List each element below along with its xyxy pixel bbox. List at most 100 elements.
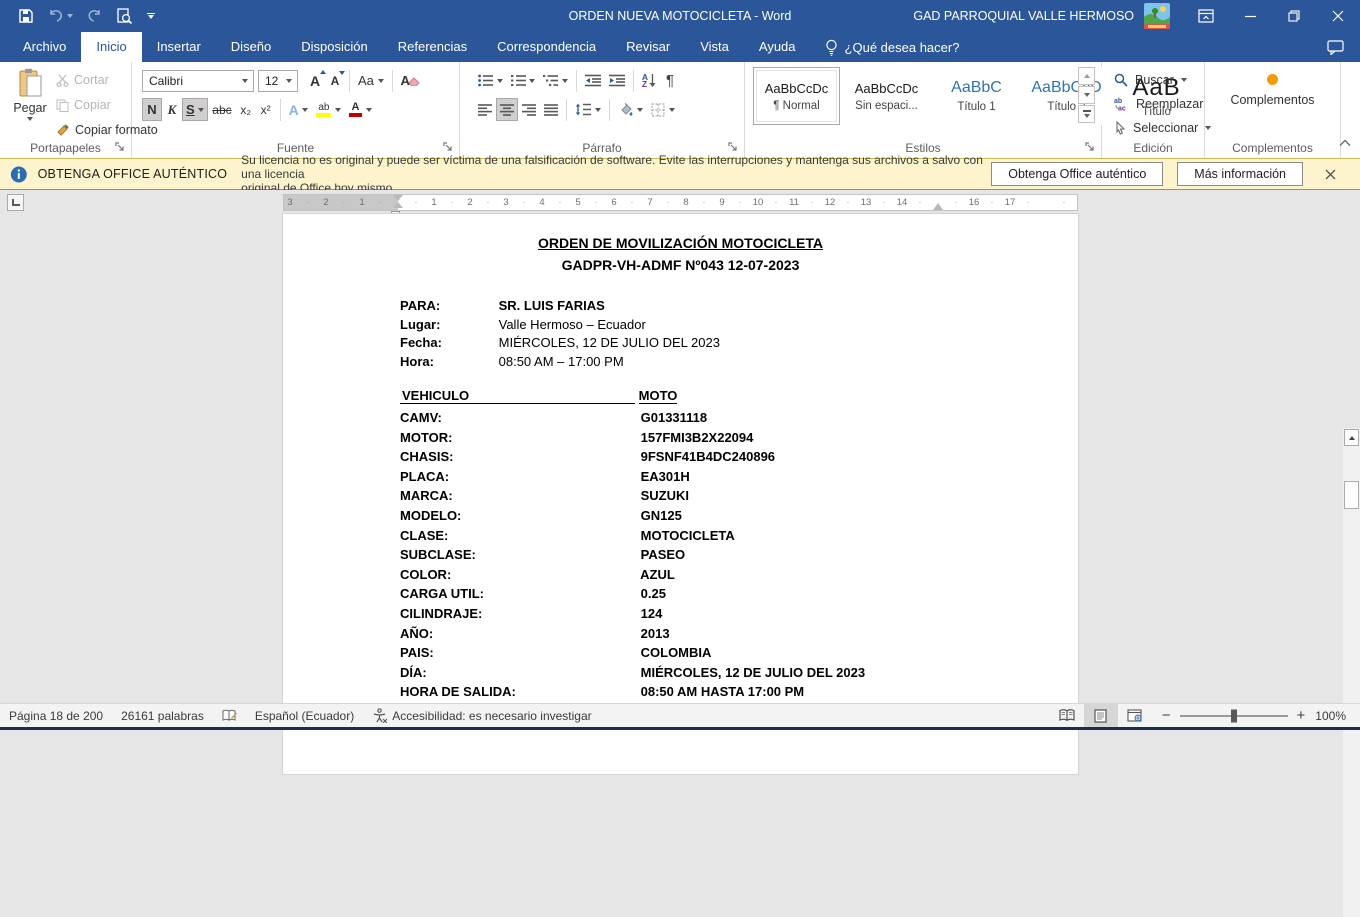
cursor-icon [1114, 121, 1126, 135]
undo-dropdown-icon[interactable] [67, 14, 73, 18]
ribbon-tab[interactable]: Referencias [383, 32, 482, 62]
numbering-button[interactable] [507, 69, 540, 92]
align-center-button[interactable] [496, 98, 518, 121]
redo-icon[interactable] [87, 9, 102, 23]
grow-font-button[interactable]: A [305, 69, 325, 92]
customize-qat-icon[interactable] [147, 13, 155, 20]
minimize-button[interactable] [1228, 0, 1272, 32]
strikethrough-button[interactable]: abc [208, 98, 235, 121]
clipboard-dialog-launcher-icon[interactable] [115, 142, 127, 154]
show-marks-button[interactable]: ¶ [660, 69, 680, 92]
font-size-combo[interactable]: 12 [258, 70, 298, 92]
style-card[interactable]: AaBbCcD Título 2 [1023, 67, 1110, 125]
account-name[interactable]: GAD PARROQUIAL VALLE HERMOSO [913, 9, 1134, 23]
close-button[interactable] [1316, 0, 1360, 32]
save-icon[interactable] [18, 8, 34, 24]
superscript-button[interactable]: x² [256, 98, 276, 121]
shrink-font-button[interactable]: A [325, 69, 345, 92]
proofing-status[interactable] [213, 704, 246, 727]
align-left-button[interactable] [474, 98, 496, 121]
get-genuine-office-button[interactable]: Obtenga Office auténtico [991, 162, 1163, 186]
zoom-in-icon[interactable]: + [1297, 711, 1306, 721]
scroll-up-icon[interactable] [1344, 429, 1359, 446]
ribbon-tab[interactable]: Correspondencia [482, 32, 611, 62]
paste-dropdown-icon[interactable] [27, 117, 33, 121]
paste-button[interactable]: Pegar [9, 68, 51, 140]
zoom-out-icon[interactable]: − [1162, 711, 1171, 721]
subscript-button[interactable]: x₂ [236, 98, 256, 121]
language-indicator[interactable]: Español (Ecuador) [246, 704, 363, 727]
indent-markers[interactable] [393, 195, 403, 208]
tell-me-box[interactable]: ¿Qué desea hacer? [811, 32, 960, 62]
ribbon-display-options-icon[interactable] [1184, 0, 1228, 32]
styles-dialog-launcher-icon[interactable] [1085, 142, 1097, 154]
justify-button[interactable] [540, 98, 562, 121]
print-preview-icon[interactable] [116, 8, 133, 25]
collapse-ribbon-icon[interactable] [1336, 136, 1354, 150]
ribbon-tab[interactable]: Insertar [142, 32, 216, 62]
italic-button[interactable]: K [162, 98, 182, 121]
more-info-button[interactable]: Más información [1177, 162, 1303, 186]
scrollbar-thumb[interactable] [1344, 481, 1359, 509]
document-page[interactable]: ORDEN DE MOVILIZACIÓN MOTOCICLETA GADPR-… [283, 214, 1078, 774]
sort-button[interactable]: A Z [638, 69, 660, 92]
borders-button[interactable] [647, 98, 679, 121]
chevron-down-icon [198, 108, 204, 112]
find-button[interactable]: Buscar [1114, 70, 1211, 90]
read-mode-button[interactable] [1050, 704, 1084, 727]
zoom-level[interactable]: 100% [1315, 709, 1360, 723]
print-layout-button[interactable] [1084, 704, 1118, 727]
zoom-slider[interactable] [1180, 715, 1288, 717]
undo-icon[interactable] [48, 9, 73, 23]
font-name-combo[interactable]: Calibri [142, 70, 254, 92]
clear-formatting-button[interactable]: A [397, 69, 424, 92]
highlight-color-button[interactable]: ab [312, 98, 345, 121]
web-layout-button[interactable] [1118, 704, 1152, 727]
ruler-mark: 7 [647, 196, 652, 210]
right-indent-marker[interactable] [933, 203, 943, 210]
increase-indent-button[interactable] [605, 69, 629, 92]
addins-button[interactable]: Complementos [1205, 74, 1340, 107]
ribbon-tab[interactable]: Inicio [81, 32, 141, 62]
accessibility-status[interactable]: Accesibilidad: es necesario investigar [363, 704, 600, 727]
ribbon-tab[interactable]: Revisar [611, 32, 685, 62]
tab-stop-selector[interactable] [7, 194, 24, 211]
multilevel-list-button[interactable] [539, 69, 572, 92]
comments-icon[interactable] [1327, 40, 1344, 55]
replace-button[interactable]: abac Reemplazar [1114, 94, 1211, 114]
account-avatar[interactable] [1144, 3, 1170, 29]
styles-scroll-down-icon[interactable] [1078, 86, 1095, 104]
styles-scroll-up-icon[interactable] [1078, 67, 1095, 85]
style-card[interactable]: AaBbCcDc ¶ Normal [753, 67, 840, 125]
restore-button[interactable] [1272, 0, 1316, 32]
zoom-slider-handle[interactable] [1231, 709, 1237, 722]
ruler-mark: · [307, 195, 310, 210]
style-card[interactable]: AaBbC Título 1 [933, 67, 1020, 125]
bold-button[interactable]: N [142, 98, 162, 121]
close-warning-icon[interactable] [1317, 169, 1344, 180]
decrease-indent-button[interactable] [581, 69, 605, 92]
underline-button[interactable]: S [182, 98, 208, 121]
ribbon-tab[interactable]: Archivo [8, 32, 81, 62]
ribbon-tab[interactable]: Ayuda [744, 32, 811, 62]
vertical-scrollbar[interactable] [1343, 428, 1360, 917]
select-button[interactable]: Seleccionar [1114, 118, 1211, 138]
ruler-mark: · [919, 195, 922, 210]
word-count[interactable]: 26161 palabras [112, 704, 213, 727]
ribbon-tab[interactable]: Diseño [216, 32, 286, 62]
chevron-down-icon [669, 108, 675, 112]
ribbon-tab[interactable]: Disposición [286, 32, 382, 62]
bullets-button[interactable] [474, 69, 507, 92]
text-effects-button[interactable]: A [285, 98, 313, 121]
line-spacing-button[interactable] [571, 98, 605, 121]
clipboard-group: Pegar Cortar Copiar Copiar formato Porta… [0, 62, 132, 158]
font-color-button[interactable]: A [345, 98, 376, 121]
change-case-button[interactable]: Aa [354, 69, 388, 92]
align-right-button[interactable] [518, 98, 540, 121]
styles-more-icon[interactable] [1078, 105, 1095, 123]
shading-button[interactable] [614, 98, 648, 121]
style-card[interactable]: AaBbCcDc Sin espaci... [843, 67, 930, 125]
ribbon: Pegar Cortar Copiar Copiar formato Porta… [0, 62, 1360, 158]
ribbon-tab[interactable]: Vista [685, 32, 744, 62]
page-indicator[interactable]: Página 18 de 200 [0, 704, 112, 727]
